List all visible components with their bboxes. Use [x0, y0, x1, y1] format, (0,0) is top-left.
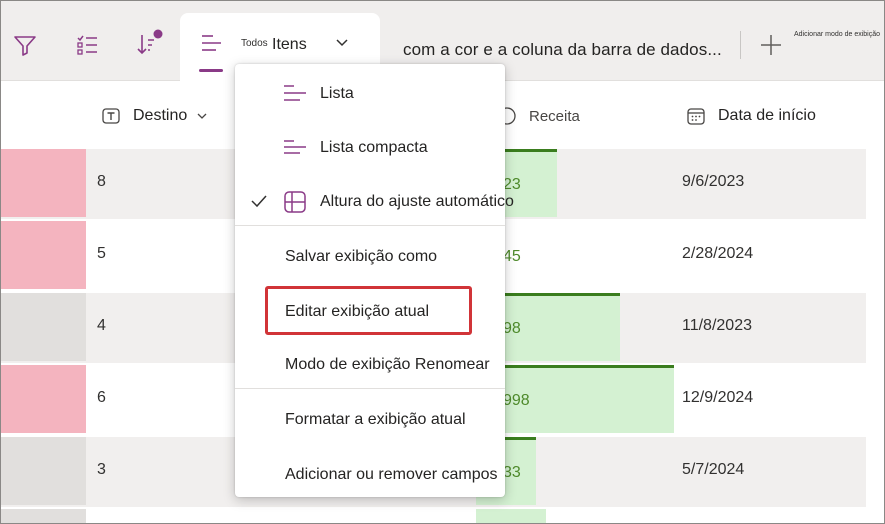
revenue-value: 23	[503, 176, 521, 193]
toolbar-divider	[740, 31, 741, 59]
column-label: Receita	[529, 107, 580, 125]
sort-icon[interactable]	[133, 29, 165, 61]
list-view-icon	[199, 31, 225, 62]
menu-item-label: Adicionar ou remover campos	[285, 466, 498, 483]
color-swatch	[1, 149, 86, 217]
column-header-data-inicio[interactable]: Data de início	[686, 106, 816, 126]
view-options-menu: Lista Lista compacta Altura do ajuste au…	[235, 64, 514, 498]
plus-icon	[761, 35, 781, 55]
menu-item-label: Lista	[320, 85, 354, 102]
group-icon[interactable]	[71, 29, 103, 61]
column-label: Destino	[133, 107, 188, 124]
destination-value: 6	[97, 389, 106, 406]
menu-item-label: Salvar exibição como	[285, 248, 438, 265]
menu-item-label: Altura do ajuste automático	[320, 193, 514, 210]
menu-item-label: Formatar a exibição atual	[285, 411, 466, 428]
text-field-icon	[102, 108, 120, 124]
color-swatch	[1, 365, 86, 433]
menu-item-editar-exibicao[interactable]: Editar exibição atual	[235, 289, 505, 335]
calendar-icon	[687, 108, 705, 125]
color-swatch	[1, 221, 86, 289]
column-header-receita[interactable]: Receita	[497, 106, 580, 126]
destination-value: 4	[97, 317, 106, 334]
view-title[interactable]: com a cor e a coluna da barra de dados..…	[403, 40, 722, 60]
app-frame: Todos Itens com a cor e a coluna da barr…	[0, 0, 885, 524]
revenue-value: 45	[503, 248, 521, 265]
chevron-down-icon	[197, 113, 207, 119]
revenue-value: 98	[503, 320, 521, 337]
menu-item-label: Modo de exibição Renomear	[285, 356, 490, 373]
active-tab-indicator	[199, 69, 223, 72]
tab-label[interactable]: Itens	[272, 36, 307, 54]
start-date-value: 9/6/2023	[682, 173, 745, 190]
column-label: Data de início	[718, 107, 816, 124]
compact-list-icon	[284, 140, 306, 154]
menu-divider	[235, 388, 505, 389]
menu-divider	[235, 225, 505, 226]
table-row[interactable]	[1, 509, 866, 523]
tab-prefix: Todos	[241, 38, 268, 49]
revenue-bar	[476, 509, 546, 523]
menu-item-altura-ajuste[interactable]: Altura do ajuste automático	[235, 179, 514, 225]
list-icon	[284, 85, 306, 101]
revenue-value: 998	[503, 392, 530, 409]
scrollbar-track[interactable]	[866, 147, 884, 523]
menu-item-lista-compacta[interactable]: Lista compacta	[235, 125, 505, 171]
menu-item-lista[interactable]: Lista	[235, 71, 505, 117]
checkmark-icon	[251, 195, 267, 208]
destination-value: 3	[97, 461, 106, 478]
destination-value: 8	[97, 173, 106, 190]
column-header-destino[interactable]: Destino	[101, 106, 209, 126]
color-swatch	[1, 293, 86, 361]
autofit-height-icon	[284, 191, 306, 213]
color-swatch	[1, 437, 86, 505]
menu-item-salvar-exibicao[interactable]: Salvar exibição como	[235, 234, 505, 280]
menu-item-label: Editar exibição atual	[285, 303, 430, 320]
menu-item-label: Lista compacta	[320, 139, 428, 156]
start-date-value: 11/8/2023	[682, 317, 752, 334]
add-view-button[interactable]	[757, 31, 785, 59]
add-view-label[interactable]: Adicionar modo de exibição	[794, 31, 880, 38]
start-date-value: 2/28/2024	[682, 245, 754, 262]
start-date-value: 12/9/2024	[682, 389, 754, 406]
start-date-value: 5/7/2024	[682, 461, 745, 478]
color-swatch	[1, 509, 86, 523]
menu-item-adicionar-campos[interactable]: Adicionar ou remover campos	[235, 452, 505, 498]
filter-icon[interactable]	[9, 29, 41, 61]
destination-value: 5	[97, 245, 106, 262]
menu-item-formatar[interactable]: Formatar a exibição atual	[235, 397, 505, 443]
revenue-value: 33	[503, 464, 521, 481]
chevron-down-icon[interactable]	[334, 34, 350, 55]
menu-item-renomear[interactable]: Modo de exibição Renomear	[235, 342, 505, 388]
